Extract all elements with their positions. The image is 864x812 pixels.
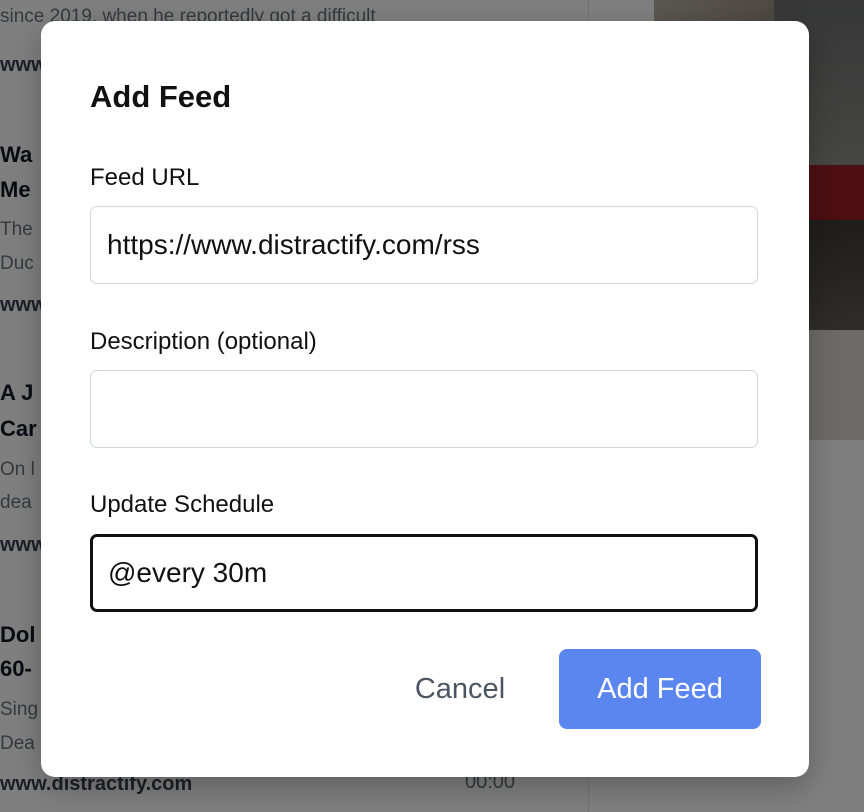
update-schedule-label: Update Schedule — [90, 491, 275, 518]
description-label: Description (optional) — [90, 328, 317, 355]
cancel-button[interactable]: Cancel — [392, 649, 528, 729]
update-schedule-input[interactable] — [90, 534, 758, 612]
feed-url-label: Feed URL — [90, 164, 200, 191]
add-feed-dialog: Add Feed Feed URL Description (optional)… — [41, 21, 809, 777]
description-input[interactable] — [90, 370, 758, 448]
feed-url-input[interactable] — [90, 206, 758, 284]
add-feed-button[interactable]: Add Feed — [559, 649, 761, 729]
dialog-title: Add Feed — [90, 79, 232, 114]
